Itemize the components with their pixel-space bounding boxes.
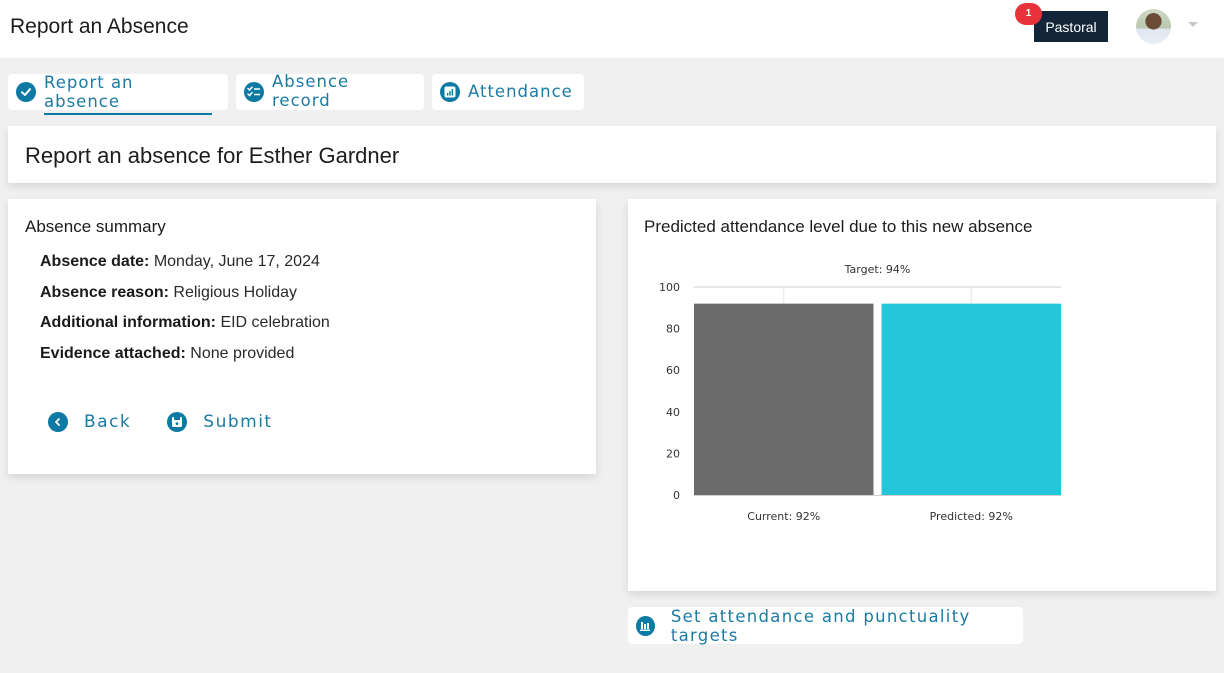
- save-icon: [167, 412, 188, 432]
- app-title: Report an Absence: [10, 15, 189, 38]
- summary-row-absence-date: Absence date: Monday, June 17, 2024: [40, 253, 330, 284]
- summary-value: Monday, June 17, 2024: [153, 253, 320, 270]
- attendance-bar-chart: 0 20 40 60 80 100 Current: 92% Predicted: 92% Ta…: [659, 263, 1061, 523]
- bar-current: [694, 303, 874, 495]
- notification-badge: 1: [1015, 3, 1042, 25]
- bar-predicted: [881, 303, 1061, 495]
- tab-label: Absence record: [272, 72, 350, 110]
- absence-summary-panel: Absence summary Absence date: Monday, Ju…: [8, 199, 596, 474]
- summary-row-additional-information: Additional information: EID celebration: [40, 314, 330, 345]
- summary-row-absence-reason: Absence reason: Religious Holiday: [40, 284, 330, 315]
- summary-title: Absence summary: [25, 217, 166, 236]
- tab-label: Attendance: [468, 81, 573, 101]
- summary-value: None provided: [190, 344, 295, 362]
- summary-label: Absence date:: [40, 253, 150, 270]
- y-tick-label: 0: [673, 489, 680, 502]
- y-tick-label: 80: [666, 323, 680, 336]
- tab-label: Report an absence: [44, 73, 212, 115]
- x-category-label: Current: 92%: [747, 510, 820, 523]
- back-label: Back: [84, 412, 132, 432]
- tab-attendance[interactable]: Attendance: [432, 74, 584, 110]
- x-category-label: Predicted: 92%: [930, 510, 1013, 523]
- back-button[interactable]: Back: [48, 412, 131, 432]
- bar-chart-icon: [636, 615, 655, 636]
- page-heading-panel: Report an absence for Esther Gardner: [8, 126, 1216, 183]
- checklist-icon: [244, 82, 264, 102]
- summary-value: EID celebration: [220, 314, 330, 331]
- summary-label: Absence reason:: [40, 283, 169, 301]
- tab-bar: Report an absence Absence record Attenda…: [8, 72, 584, 115]
- tab-absence-record[interactable]: Absence record: [236, 72, 424, 110]
- y-tick-label: 60: [666, 364, 680, 377]
- y-tick-label: 40: [666, 406, 680, 419]
- set-targets-label: Set attendance and punctuality targets: [670, 606, 971, 645]
- summary-list: Absence date: Monday, June 17, 2024 Abse…: [40, 253, 330, 375]
- summary-label: Evidence attached:: [40, 344, 186, 362]
- submit-label: Submit: [203, 412, 273, 432]
- predicted-attendance-panel: Predicted attendance level due to this n…: [628, 199, 1216, 591]
- bar-chart-icon: [440, 82, 460, 102]
- check-circle-icon: [16, 82, 36, 102]
- summary-row-evidence-attached: Evidence attached: None provided: [40, 345, 330, 376]
- summary-value: Religious Holiday: [173, 283, 298, 301]
- y-tick-label: 20: [666, 447, 680, 460]
- summary-label: Additional information:: [40, 314, 216, 331]
- summary-actions: Back Submit: [48, 412, 273, 432]
- set-targets-button[interactable]: Set attendance and punctuality targets: [628, 606, 1023, 645]
- chevron-down-icon[interactable]: [1188, 22, 1198, 27]
- top-bar: Report an Absence Pastoral 1: [0, 0, 1224, 58]
- page-title: Report an absence for Esther Gardner: [25, 143, 400, 168]
- avatar[interactable]: [1136, 9, 1171, 44]
- pastoral-button[interactable]: Pastoral: [1034, 11, 1108, 42]
- chevron-left-icon: [48, 412, 68, 432]
- target-label: Target: 94%: [844, 263, 911, 276]
- submit-button[interactable]: Submit: [167, 412, 272, 432]
- y-tick-label: 100: [659, 281, 680, 294]
- tab-report-an-absence[interactable]: Report an absence: [8, 73, 228, 115]
